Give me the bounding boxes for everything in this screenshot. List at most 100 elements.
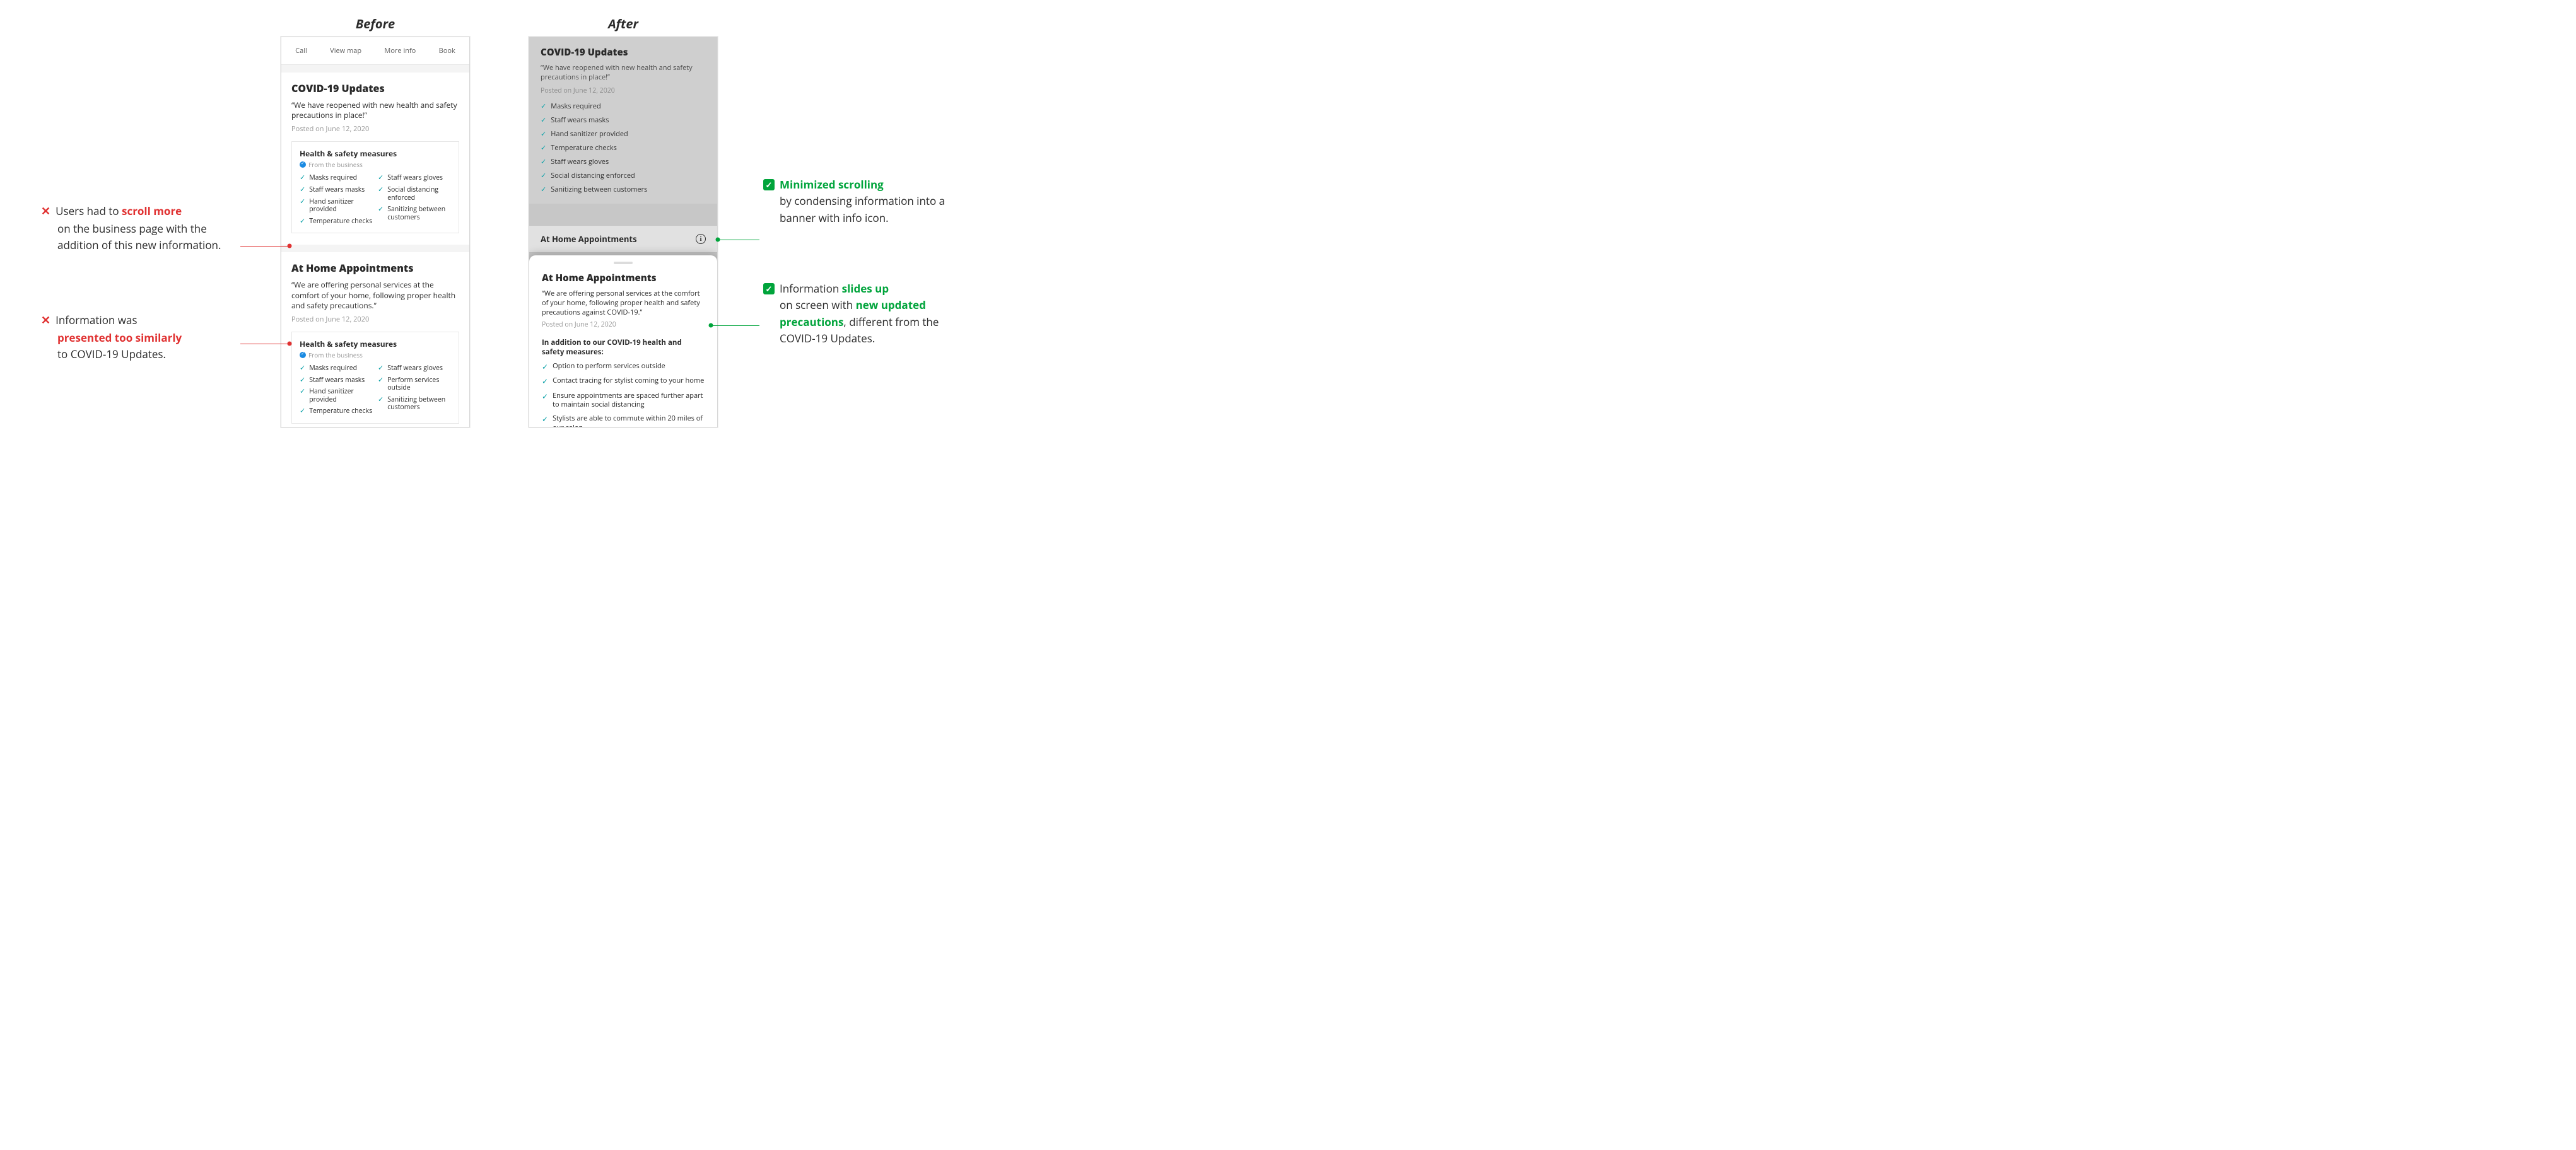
list-item: ✓Staff wears gloves [378, 364, 451, 373]
list-item: ✓Masks required [300, 364, 373, 373]
column-header-before: Before [281, 15, 470, 32]
list-item: ✓Temperature checks [541, 143, 706, 153]
list-item: ✓Staff wears masks [300, 186, 373, 194]
list-item: ✓Staff wears masks [541, 115, 706, 125]
check-icon: ✓ [541, 157, 546, 166]
connector-dot [716, 238, 720, 242]
list-item: ✓Perform services outside [378, 376, 451, 392]
measures-col-1: ✓Masks required ✓Staff wears masks ✓Hand… [300, 364, 373, 419]
check-icon: ✓ [542, 376, 548, 386]
list-item: ✓Masks required [300, 174, 373, 182]
check-icon: ✓ [378, 174, 383, 182]
list-item: ✓Temperature checks [300, 407, 373, 415]
action-tabs: Call View map More info Book [281, 37, 469, 65]
list-item: ✓Hand sanitizer provided [300, 388, 373, 404]
covid-quote: “We have reopened with new health and sa… [541, 64, 706, 83]
list-item: ✓Staff wears gloves [378, 174, 451, 182]
check-icon: ✓ [378, 206, 383, 221]
list-item: ✓Sanitizing between customers [541, 185, 706, 194]
annotation-right-1: ✓Minimized scrolling by condensing infor… [763, 177, 959, 226]
check-icon: ✓ [300, 388, 305, 404]
measures-col-2: ✓Staff wears gloves ✓Perform services ou… [378, 364, 451, 419]
sheet-measures-list: ✓Option to perform services outside ✓Con… [542, 362, 705, 427]
measures-col-2: ✓Staff wears gloves ✓Social distancing e… [378, 174, 451, 229]
check-icon: ✓ [541, 115, 546, 125]
list-item: ✓Contact tracing for stylist coming to y… [542, 376, 705, 386]
check-icon: ✓ [300, 218, 305, 226]
covid-updates-section: COVID-19 Updates “We have reopened with … [529, 37, 717, 204]
check-box-icon: ✓ [763, 283, 775, 294]
list-item: ✓Hand sanitizer provided [541, 129, 706, 139]
list-item: ✓Hand sanitizer provided [300, 198, 373, 214]
check-box-icon: ✓ [763, 179, 775, 190]
annotation-right-2: ✓Information slides up on screen with ne… [763, 281, 959, 347]
annotation-left-1: ✕Users had to scroll more on the busines… [41, 203, 237, 254]
check-icon: ✓ [300, 186, 305, 194]
connector-line [711, 325, 759, 326]
check-icon: ✓ [541, 102, 546, 111]
tab-view-map[interactable]: View map [330, 44, 361, 58]
at-home-title: At Home Appointments [291, 261, 459, 275]
covid-updates-card: COVID-19 Updates “We have reopened with … [281, 73, 469, 245]
at-home-card: At Home Appointments “We are offering pe… [281, 252, 469, 427]
phone-after: COVID-19 Updates “We have reopened with … [529, 37, 718, 427]
list-item: ✓Sanitizing between customers [378, 206, 451, 221]
annotation-left-2: ✕Information was presented too similarly… [41, 312, 237, 363]
covid-date: Posted on June 12, 2020 [541, 86, 706, 95]
from-business-label: From the business [300, 160, 451, 169]
at-home-quote: “We are offering personal services at th… [291, 280, 459, 311]
check-icon: ✓ [542, 414, 548, 427]
measures-title: Health & safety measures [300, 148, 451, 159]
at-home-sheet: At Home Appointments “We are offering pe… [529, 255, 717, 427]
from-business-label: From the business [300, 351, 451, 359]
banner-label: At Home Appointments [541, 233, 637, 245]
check-icon: ✓ [542, 362, 548, 372]
check-icon: ✓ [541, 185, 546, 194]
check-icon: ✓ [541, 143, 546, 153]
covid-quote: “We have reopened with new health and sa… [291, 100, 459, 120]
measures-title: Health & safety measures [300, 339, 451, 349]
from-business-text: From the business [308, 160, 363, 169]
x-icon: ✕ [41, 313, 50, 328]
list-item: ✓Stylists are able to commute within 20 … [542, 414, 705, 427]
list-item: ✓Social distancing enforced [378, 186, 451, 202]
info-icon[interactable]: i [696, 234, 706, 244]
check-icon: ✓ [378, 186, 383, 202]
check-icon: ✓ [300, 198, 305, 214]
covid-title: COVID-19 Updates [291, 81, 459, 95]
comparison-figure: Before After Call View map More info Boo… [0, 0, 984, 441]
list-item: ✓Sanitizing between customers [378, 396, 451, 412]
sheet-date: Posted on June 12, 2020 [542, 320, 705, 329]
list-item: ✓Temperature checks [300, 218, 373, 226]
health-measures-box: Health & safety measures From the busine… [291, 332, 459, 424]
check-icon: ✓ [300, 407, 305, 415]
x-icon: ✕ [41, 204, 50, 219]
check-icon: ✓ [541, 129, 546, 139]
list-item: ✓Masks required [541, 102, 706, 111]
tab-call[interactable]: Call [295, 44, 307, 58]
measures-col-1: ✓Masks required ✓Staff wears masks ✓Hand… [300, 174, 373, 229]
check-icon: ✓ [541, 171, 546, 180]
connector-dot [288, 244, 292, 248]
at-home-banner[interactable]: At Home Appointments i [529, 225, 717, 253]
list-item: ✓Staff wears gloves [541, 157, 706, 166]
connector-dot [288, 342, 292, 346]
health-measures-box: Health & safety measures From the busine… [291, 141, 459, 233]
covid-measures-list: ✓Masks required ✓Staff wears masks ✓Hand… [541, 102, 706, 194]
check-icon: ✓ [300, 174, 305, 182]
covid-date: Posted on June 12, 2020 [291, 124, 459, 134]
sheet-quote: “We are offering personal services at th… [542, 289, 705, 318]
covid-title: COVID-19 Updates [541, 46, 706, 59]
at-home-date: Posted on June 12, 2020 [291, 315, 459, 324]
connector-dot [709, 323, 713, 328]
tab-more-info[interactable]: More info [384, 44, 416, 58]
check-icon: ✓ [378, 376, 383, 392]
from-business-text: From the business [308, 351, 363, 359]
drag-handle[interactable] [614, 262, 633, 264]
list-item: ✓Ensure appointments are spaced further … [542, 392, 705, 410]
tab-book[interactable]: Book [439, 44, 455, 58]
sheet-subheading: In addition to our COVID-19 health and s… [542, 338, 705, 357]
check-icon: ✓ [300, 376, 305, 385]
connector-line [240, 246, 290, 247]
list-item: ✓Option to perform services outside [542, 362, 705, 372]
